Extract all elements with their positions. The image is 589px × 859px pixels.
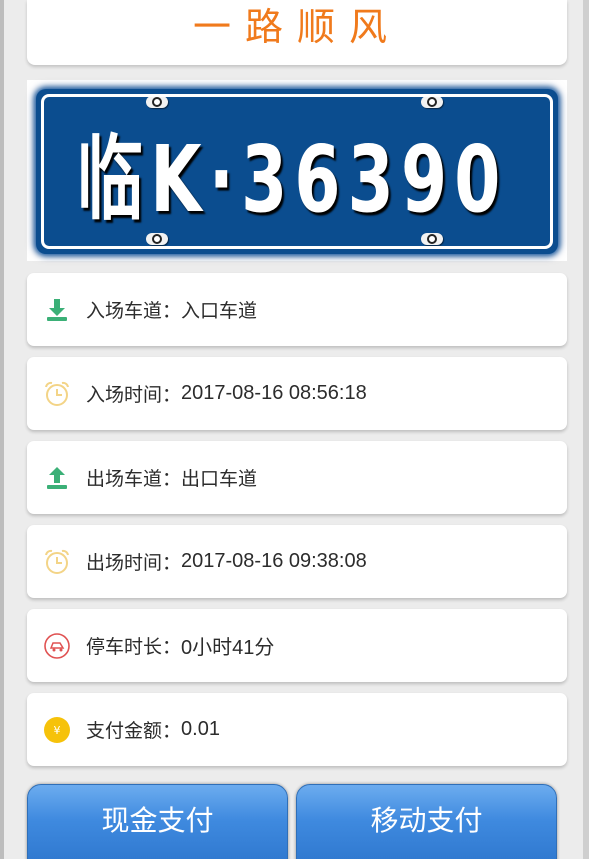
- payment-amount-value: 0.01: [181, 718, 220, 740]
- greeting-card: 一路顺风: [27, 0, 567, 65]
- alarm-clock-icon: [42, 547, 72, 577]
- exit-lane-value: 出口车道: [181, 468, 258, 490]
- alarm-clock-icon: [42, 379, 72, 409]
- parking-duration-row: 停车时长： 0小时41分: [27, 609, 567, 682]
- license-plate: 临K·36390: [36, 89, 558, 254]
- yen-coin-icon: ¥: [42, 715, 72, 745]
- parking-duration-value: 0小时41分: [181, 637, 275, 659]
- parking-duration-label: 停车时长：: [86, 636, 182, 658]
- plate-border: 临K·36390: [41, 94, 553, 249]
- greeting-text: 一路顺风: [192, 5, 401, 49]
- entry-lane-label: 入场车道：: [86, 300, 182, 322]
- exit-lane-label: 出场车道：: [86, 468, 182, 490]
- exit-time-value: 2017-08-16 09:38:08: [181, 550, 367, 572]
- payment-amount-label: 支付金额：: [86, 720, 182, 742]
- left-edge: [0, 0, 4, 859]
- parking-payment-page: 一路顺风 临K·36390 入场车道： 入口车道 入场时间： 2017-08-1…: [0, 0, 589, 859]
- exit-time-label: 出场时间：: [86, 552, 182, 574]
- entry-time-label: 入场时间：: [86, 384, 182, 406]
- payment-amount-row: ¥ 支付金额： 0.01: [27, 693, 567, 766]
- mobile-payment-button[interactable]: 移动支付: [296, 784, 557, 859]
- upload-icon: [42, 463, 72, 493]
- exit-lane-row: 出场车道： 出口车道: [27, 441, 567, 514]
- license-plate-panel: 临K·36390: [27, 80, 567, 261]
- entry-time-row: 入场时间： 2017-08-16 08:56:18: [27, 357, 567, 430]
- cash-payment-button[interactable]: 现金支付: [27, 784, 288, 859]
- download-icon: [42, 295, 72, 325]
- right-edge: [583, 0, 589, 859]
- exit-time-row: 出场时间： 2017-08-16 09:38:08: [27, 525, 567, 598]
- entry-lane-value: 入口车道: [181, 300, 258, 322]
- entry-lane-row: 入场车道： 入口车道: [27, 273, 567, 346]
- entry-time-value: 2017-08-16 08:56:18: [181, 382, 367, 404]
- plate-number: 临K·36390: [76, 126, 508, 233]
- svg-text:¥: ¥: [54, 724, 61, 737]
- car-time-icon: [42, 631, 72, 661]
